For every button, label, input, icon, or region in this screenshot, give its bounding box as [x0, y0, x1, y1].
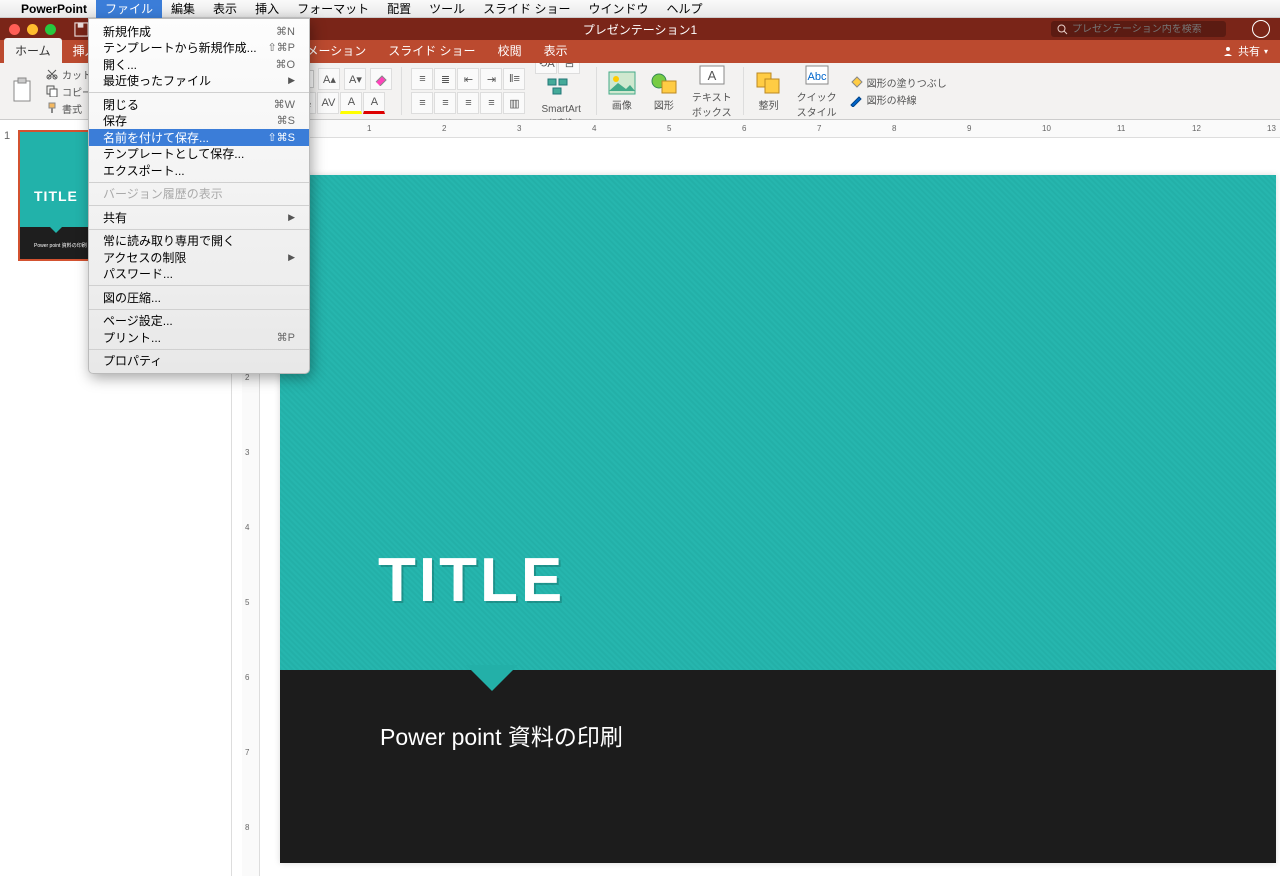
- menu-item[interactable]: 図の圧縮...: [89, 289, 309, 306]
- slide-canvas[interactable]: TITLE Power point 資料の印刷: [280, 175, 1276, 863]
- slide-subtitle[interactable]: Power point 資料の印刷: [380, 718, 623, 752]
- menu-edit[interactable]: 編集: [162, 0, 204, 19]
- align-right-button[interactable]: ≡: [457, 92, 479, 114]
- increase-font-button[interactable]: A▴: [318, 68, 340, 90]
- tab-home[interactable]: ホーム: [4, 38, 62, 63]
- bucket-icon: [849, 76, 863, 90]
- arrange-button[interactable]: 整列: [749, 69, 789, 114]
- svg-text:Abc: Abc: [807, 71, 826, 83]
- menu-item[interactable]: 常に読み取り専用で開く: [89, 233, 309, 250]
- horizontal-ruler: 012345678910111213: [260, 120, 1280, 138]
- shape-outline-button[interactable]: 図形の枠線: [849, 92, 947, 107]
- bullets-button[interactable]: ≡: [411, 68, 433, 90]
- picture-button[interactable]: 画像: [602, 69, 642, 114]
- svg-text:A: A: [707, 68, 716, 83]
- format-painter-button[interactable]: 書式: [46, 101, 92, 116]
- scissors-icon: [46, 68, 58, 80]
- tab-slideshow[interactable]: スライド ショー: [377, 38, 486, 63]
- menu-item[interactable]: エクスポート...: [89, 162, 309, 179]
- menu-slideshow[interactable]: スライド ショー: [474, 0, 579, 19]
- search-icon: [1057, 24, 1068, 35]
- menu-arrange[interactable]: 配置: [378, 0, 420, 19]
- tab-review[interactable]: 校閲: [487, 38, 533, 63]
- menu-help[interactable]: ヘルプ: [657, 0, 711, 19]
- menu-item[interactable]: プリント...⌘P: [89, 329, 309, 346]
- menu-file[interactable]: ファイル: [96, 0, 162, 19]
- textbox-icon: A: [698, 63, 726, 87]
- menu-insert[interactable]: 挿入: [246, 0, 288, 19]
- menu-item: バージョン履歴の表示: [89, 186, 309, 203]
- slide-number: 1: [4, 130, 10, 142]
- menu-item[interactable]: 名前を付けて保存...⇧⌘S: [89, 129, 309, 146]
- menu-item[interactable]: 共有▶: [89, 209, 309, 226]
- menu-item[interactable]: 開く...⌘O: [89, 56, 309, 73]
- copy-icon: [46, 85, 58, 97]
- menu-item[interactable]: ページ設定...: [89, 313, 309, 330]
- document-title: プレゼンテーション1: [583, 21, 697, 38]
- shapes-icon: [650, 71, 678, 95]
- pen-icon: [849, 93, 863, 107]
- quick-styles-button[interactable]: Abc クイック スタイル: [791, 61, 843, 121]
- increase-indent-button[interactable]: ⇥: [480, 68, 502, 90]
- line-spacing-button[interactable]: ‖≡: [503, 68, 525, 90]
- search-input[interactable]: [1072, 24, 1220, 35]
- traffic-lights: [0, 24, 56, 35]
- feedback-icon[interactable]: [1252, 20, 1270, 38]
- paste-icon: [10, 77, 36, 105]
- textbox-button[interactable]: A テキスト ボックス: [686, 61, 738, 121]
- clear-format-button[interactable]: [370, 68, 392, 90]
- menu-window[interactable]: ウインドウ: [579, 0, 657, 19]
- menu-tools[interactable]: ツール: [420, 0, 474, 19]
- maximize-icon[interactable]: [45, 24, 56, 35]
- menu-item[interactable]: テンプレートとして保存...: [89, 146, 309, 163]
- menu-item[interactable]: 保存⌘S: [89, 113, 309, 130]
- menu-item[interactable]: アクセスの制限▶: [89, 249, 309, 266]
- numbering-button[interactable]: ≣: [434, 68, 456, 90]
- cut-button[interactable]: カット: [46, 67, 92, 82]
- share-button[interactable]: 共有▾: [1222, 43, 1268, 59]
- arrange-icon: [755, 71, 783, 95]
- shape-fill-button[interactable]: 図形の塗りつぶし: [849, 75, 947, 90]
- slide-triangle: [466, 665, 518, 691]
- slide-title[interactable]: TITLE: [378, 545, 565, 616]
- close-icon[interactable]: [9, 24, 20, 35]
- quick-styles-icon: Abc: [803, 63, 831, 87]
- align-left-button[interactable]: ≡: [411, 92, 433, 114]
- file-menu-dropdown: 新規作成⌘Nテンプレートから新規作成...⇧⌘P開く...⌘O最近使ったファイル…: [88, 18, 310, 374]
- font-color-button[interactable]: A: [363, 92, 385, 114]
- picture-icon: [608, 71, 636, 95]
- decrease-font-button[interactable]: A▾: [344, 68, 366, 90]
- menu-format[interactable]: フォーマット: [288, 0, 378, 19]
- menu-item[interactable]: 最近使ったファイル▶: [89, 73, 309, 90]
- brush-icon: [46, 102, 58, 114]
- menu-item[interactable]: 閉じる⌘W: [89, 96, 309, 113]
- share-icon: [1222, 45, 1234, 57]
- search-box[interactable]: [1051, 21, 1226, 37]
- highlight-button[interactable]: A: [340, 92, 362, 114]
- slide-black-bg: [280, 670, 1276, 863]
- tab-view[interactable]: 表示: [533, 38, 579, 63]
- menu-view[interactable]: 表示: [204, 0, 246, 19]
- eraser-icon: [374, 72, 388, 86]
- copy-button[interactable]: コピー: [46, 84, 92, 99]
- menu-app[interactable]: PowerPoint: [12, 0, 96, 18]
- columns-button[interactable]: ▥: [503, 92, 525, 114]
- paste-button[interactable]: [6, 75, 40, 107]
- menu-item[interactable]: テンプレートから新規作成...⇧⌘P: [89, 40, 309, 57]
- shapes-button[interactable]: 図形: [644, 69, 684, 114]
- mac-menubar: PowerPoint ファイル 編集 表示 挿入 フォーマット 配置 ツール ス…: [0, 0, 1280, 18]
- align-center-button[interactable]: ≡: [434, 92, 456, 114]
- character-spacing-button[interactable]: AV: [317, 92, 339, 114]
- menu-item[interactable]: プロパティ: [89, 353, 309, 370]
- menu-item[interactable]: パスワード...: [89, 266, 309, 283]
- smartart-icon: [547, 78, 575, 102]
- save-icon[interactable]: [74, 22, 89, 37]
- justify-button[interactable]: ≡: [480, 92, 502, 114]
- menu-item[interactable]: 新規作成⌘N: [89, 23, 309, 40]
- minimize-icon[interactable]: [27, 24, 38, 35]
- slide-canvas-area: 012345678910111213 10123456789 TITLE Pow…: [232, 120, 1280, 876]
- decrease-indent-button[interactable]: ⇤: [457, 68, 479, 90]
